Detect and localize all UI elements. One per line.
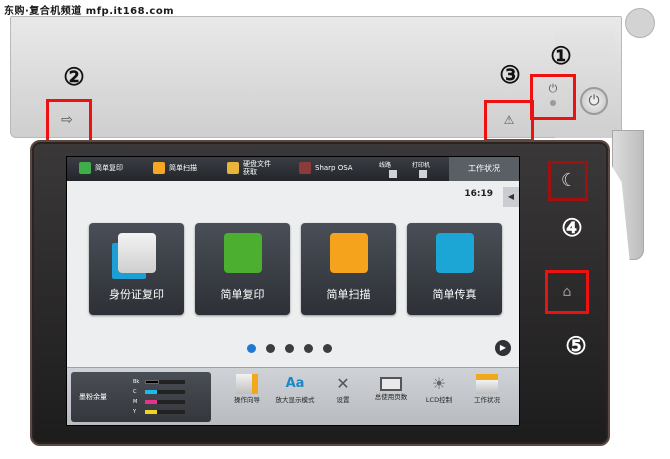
- toner-fill-c: [145, 390, 157, 394]
- guide-icon: [236, 374, 258, 394]
- callout-number-1: ①: [550, 41, 572, 70]
- tile-easy-copy[interactable]: 简单复印: [195, 223, 290, 315]
- toolbar-lcd-control[interactable]: ☀ LCD控制: [415, 374, 463, 404]
- page-dot-1[interactable]: [247, 344, 256, 353]
- panel-side-hinge: [612, 130, 644, 260]
- status-bar-label: 简单复印: [95, 164, 123, 172]
- data-notification-icon: ⇨: [61, 112, 73, 128]
- brightness-icon: ☀: [431, 374, 447, 393]
- toolbar-operation-guide[interactable]: 操作向导: [223, 374, 271, 404]
- toolbar-label: 设置: [336, 396, 350, 404]
- main-power-indicator-icon: ⏻: [548, 82, 558, 95]
- page-dot-3[interactable]: [285, 344, 294, 353]
- power-button[interactable]: ⏻: [580, 87, 608, 115]
- error-warning-icon: ⚠: [503, 113, 515, 127]
- toner-bar: [145, 410, 185, 414]
- toner-bar: [145, 390, 185, 394]
- status-bar-sharp-osa[interactable]: Sharp OSA: [299, 162, 353, 174]
- touch-screen[interactable]: 简单复印 简单扫描 硬盘文件获取 Sharp OSA 线路 打印机 工作状况 1…: [66, 156, 520, 426]
- toolbar-label: 放大显示模式: [275, 396, 315, 404]
- printer-activity-icon: [419, 170, 427, 178]
- bottom-toolbar: 墨粉余量 Bk C M Y 操作向导 Aa 放大显示模式 ✕ 设置 总使用页数 …: [67, 367, 519, 425]
- callout-number-3: ③: [499, 60, 521, 89]
- page-dot-2[interactable]: [266, 344, 275, 353]
- line-status-label: 线路: [379, 162, 392, 169]
- scan-icon: [153, 162, 165, 174]
- tile-easy-fax[interactable]: 简单传真: [407, 223, 502, 315]
- tile-label: 简单复印: [220, 288, 265, 301]
- folder-icon: [227, 162, 239, 174]
- next-arrow-icon: ▶: [499, 343, 507, 352]
- toner-title: 墨粉余量: [79, 393, 107, 401]
- toolbar-label: 工作状况: [474, 396, 500, 404]
- page-dot-5[interactable]: [323, 344, 332, 353]
- toner-bar: [145, 380, 185, 384]
- job-status-icon: [476, 374, 498, 394]
- magnify-icon: Aa: [285, 376, 305, 391]
- clock: 16:19: [464, 189, 493, 199]
- toolbar-settings[interactable]: ✕ 设置: [319, 374, 367, 404]
- toner-level-panel[interactable]: 墨粉余量 Bk C M Y: [71, 372, 211, 422]
- toner-label: C: [133, 389, 137, 395]
- toner-row-m: M: [133, 399, 185, 405]
- status-bar-easy-copy[interactable]: 简单复印: [79, 162, 123, 174]
- easy-copy-icon: [224, 233, 262, 273]
- toolbar-total-count[interactable]: 总使用页数: [367, 374, 415, 401]
- settings-icon: ✕: [336, 374, 350, 393]
- toner-label: Bk: [133, 379, 140, 385]
- toolbar-label: 操作向导: [234, 396, 260, 404]
- status-bar-label: 简单扫描: [169, 164, 197, 172]
- home-button[interactable]: ⌂: [556, 281, 578, 303]
- toolbar-label: 总使用页数: [374, 393, 408, 401]
- callout-number-2: ②: [63, 62, 85, 91]
- tile-id-card-copy[interactable]: 身份证复印: [89, 223, 184, 315]
- page-dot-4[interactable]: [304, 344, 313, 353]
- toner-label: M: [133, 399, 138, 405]
- toner-fill-m: [145, 400, 157, 404]
- counter-icon: [380, 377, 402, 391]
- toner-bar: [145, 400, 185, 404]
- toolbar-job-status[interactable]: 工作状况: [463, 374, 511, 404]
- printer-status-label: 打印机: [412, 162, 431, 169]
- callout-number-5: ⑤: [565, 331, 587, 360]
- osa-icon: [299, 162, 311, 174]
- tile-label: 简单扫描: [326, 288, 371, 301]
- home-icon: ⌂: [562, 284, 572, 300]
- status-bar-label: 硬盘文件获取: [243, 160, 271, 176]
- watermark: 东购·复合机频道 mfp.it168.com: [4, 6, 175, 17]
- copy-icon: [79, 162, 91, 174]
- job-status-button[interactable]: 工作状况: [449, 157, 519, 181]
- toner-fill-bk: [145, 380, 159, 384]
- status-bar: 简单复印 简单扫描 硬盘文件获取 Sharp OSA 线路 打印机 工作状况: [67, 157, 519, 181]
- tile-label: 简单传真: [432, 288, 477, 301]
- toolbar-label: LCD控制: [425, 396, 453, 404]
- moon-icon: ☾: [560, 170, 578, 191]
- volume-tab[interactable]: ◀: [503, 187, 519, 207]
- toner-row-c: C: [133, 389, 185, 395]
- toner-row-y: Y: [133, 409, 185, 415]
- toolbar-magnify-mode[interactable]: Aa 放大显示模式: [271, 374, 319, 404]
- tile-label: 身份证复印: [109, 288, 164, 301]
- toner-row-bk: Bk: [133, 379, 185, 385]
- main-power-lamp: [550, 100, 556, 106]
- callout-number-4: ④: [561, 213, 583, 242]
- panel-top-bump: [625, 8, 655, 38]
- status-bar-label: Sharp OSA: [315, 164, 353, 172]
- next-page-button[interactable]: ▶: [495, 340, 511, 356]
- line-activity-icon: [389, 170, 397, 178]
- status-bar-easy-scan[interactable]: 简单扫描: [153, 162, 197, 174]
- power-save-button[interactable]: ☾: [556, 168, 582, 194]
- power-icon: ⏻: [588, 93, 600, 109]
- speaker-icon: ◀: [507, 192, 515, 201]
- easy-fax-icon: [436, 233, 474, 273]
- easy-scan-icon: [330, 233, 368, 273]
- toner-fill-y: [145, 410, 157, 414]
- page-indicator: [247, 344, 332, 353]
- status-bar-hdd-retrieve[interactable]: 硬盘文件获取: [227, 160, 277, 176]
- tile-easy-scan[interactable]: 简单扫描: [301, 223, 396, 315]
- toner-label: Y: [133, 409, 137, 415]
- id-copy-icon: [118, 233, 156, 273]
